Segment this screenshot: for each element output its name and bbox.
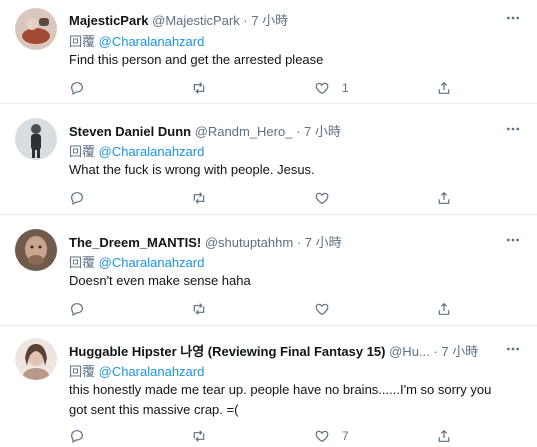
share-button[interactable] xyxy=(436,427,452,445)
timestamp[interactable]: 7 小時 xyxy=(305,235,342,250)
mention-link[interactable]: @Charalanahzard xyxy=(99,255,205,270)
reply-context: 回覆 @Charalanahzard xyxy=(69,252,204,271)
more-icon[interactable] xyxy=(505,232,521,248)
reply-button[interactable] xyxy=(69,79,85,97)
like-button[interactable] xyxy=(314,189,342,207)
action-bar: 1 xyxy=(69,79,469,97)
reply-button[interactable] xyxy=(69,300,85,318)
share-icon xyxy=(438,302,450,315)
author-handle[interactable]: @Randm_Hero_ xyxy=(195,124,293,139)
timestamp[interactable]: 7 小時 xyxy=(441,344,478,359)
reply-icon xyxy=(71,430,83,444)
reply-context: 回覆 @Charalanahzard xyxy=(69,31,204,50)
reply-context: 回覆 @Charalanahzard xyxy=(69,141,204,160)
tweet-text: this honestly made me tear up. people ha… xyxy=(69,380,524,420)
share-icon xyxy=(438,429,450,442)
separator-dot: · xyxy=(243,13,248,28)
timestamp[interactable]: 7 小時 xyxy=(304,124,341,139)
like-count: 1 xyxy=(342,81,349,95)
like-icon xyxy=(315,430,329,443)
tweet-text: What the fuck is wrong with people. Jesu… xyxy=(69,160,524,180)
author-name[interactable]: Steven Daniel Dunn xyxy=(69,124,191,139)
tweet-text-line: Doesn't even make sense haha xyxy=(69,273,251,288)
retweet-icon xyxy=(193,430,205,442)
mention-link[interactable]: @Charalanahzard xyxy=(99,144,205,159)
like-button[interactable] xyxy=(314,300,342,318)
tweet-text-line: Find this person and get the arrested pl… xyxy=(69,52,324,67)
action-bar: 7 xyxy=(69,427,469,445)
separator-dot: · xyxy=(296,235,302,250)
avatar[interactable] xyxy=(15,338,57,380)
like-icon xyxy=(315,192,329,205)
author-handle[interactable]: @Hu... xyxy=(389,344,430,359)
avatar[interactable] xyxy=(15,229,57,271)
share-button[interactable] xyxy=(436,189,452,207)
retweet-button[interactable] xyxy=(191,79,207,97)
tweet-text-line: got sent this massive crap. =( xyxy=(69,402,239,417)
tweet-text-line: this honestly made me tear up. people ha… xyxy=(69,382,492,397)
reply-prefix: 回覆 xyxy=(69,364,96,379)
tweet[interactable]: MajesticPark @MajesticPark · 7 小時 回覆 @Ch… xyxy=(0,0,537,104)
action-bar xyxy=(69,189,469,207)
action-bar xyxy=(69,300,469,318)
tweet[interactable]: Huggable Hipster 나영 (Reviewing Final Fan… xyxy=(0,326,537,447)
reply-prefix: 回覆 xyxy=(69,34,96,49)
mention-link[interactable]: @Charalanahzard xyxy=(99,34,205,49)
like-icon xyxy=(315,82,329,95)
separator-dot: · xyxy=(433,344,438,359)
reply-button[interactable] xyxy=(69,189,85,207)
tweet-text-line: What the fuck is wrong with people. Jesu… xyxy=(69,162,315,177)
like-count: 7 xyxy=(342,429,349,443)
like-icon xyxy=(315,303,329,316)
retweet-button[interactable] xyxy=(191,300,207,318)
author-handle[interactable]: @shutuptahhm xyxy=(205,235,293,250)
retweet-icon xyxy=(193,192,205,204)
reply-button[interactable] xyxy=(69,427,85,445)
author-handle[interactable]: @MajesticPark xyxy=(152,13,240,28)
retweet-icon xyxy=(193,303,205,315)
author-name[interactable]: Huggable Hipster 나영 (Reviewing Final Fan… xyxy=(69,344,385,359)
reply-icon xyxy=(71,82,83,96)
share-button[interactable] xyxy=(436,79,452,97)
reply-prefix: 回覆 xyxy=(69,255,96,270)
reply-icon xyxy=(71,303,83,317)
reply-prefix: 回覆 xyxy=(69,144,96,159)
separator-dot: · xyxy=(296,124,301,139)
tweet-text: Find this person and get the arrested pl… xyxy=(69,50,524,70)
tweet[interactable]: Steven Daniel Dunn @Randm_Hero_ · 7 小時 回… xyxy=(0,104,537,215)
share-button[interactable] xyxy=(436,300,452,318)
avatar[interactable] xyxy=(15,8,57,50)
author-name[interactable]: MajesticPark xyxy=(69,13,149,28)
like-button[interactable]: 1 xyxy=(314,79,349,97)
more-icon[interactable] xyxy=(505,121,521,137)
retweet-button[interactable] xyxy=(191,189,207,207)
timestamp[interactable]: 7 小時 xyxy=(251,13,288,28)
retweet-button[interactable] xyxy=(191,427,207,445)
more-icon[interactable] xyxy=(505,10,521,26)
more-icon[interactable] xyxy=(505,341,521,357)
author-name[interactable]: The_Dreem_MANTIS! xyxy=(69,235,201,250)
retweet-icon xyxy=(193,82,205,94)
reply-context: 回覆 @Charalanahzard xyxy=(69,361,204,380)
tweet-text: Doesn't even make sense haha xyxy=(69,271,524,291)
mention-link[interactable]: @Charalanahzard xyxy=(99,364,205,379)
reply-icon xyxy=(71,192,83,206)
like-button[interactable]: 7 xyxy=(314,427,349,445)
share-icon xyxy=(438,81,450,94)
avatar[interactable] xyxy=(15,118,57,160)
tweet[interactable]: The_Dreem_MANTIS! @shutuptahhm · 7 小時 回覆… xyxy=(0,215,537,326)
share-icon xyxy=(438,191,450,204)
